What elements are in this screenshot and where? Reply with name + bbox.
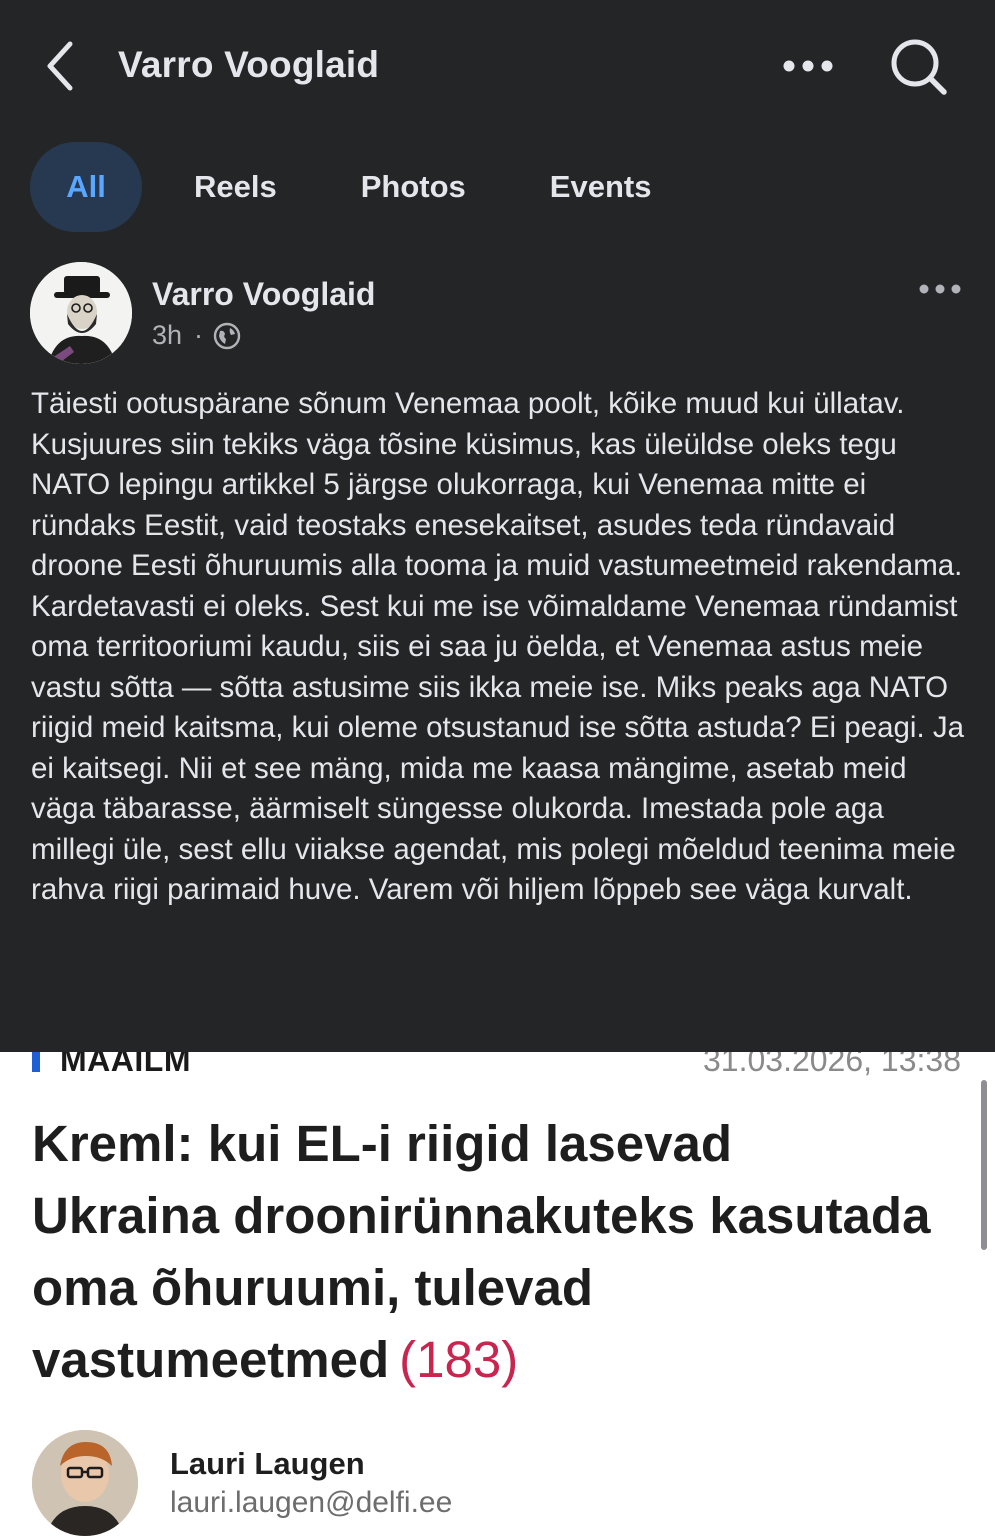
article-section: MAAILM <box>60 1052 191 1078</box>
search-button[interactable] <box>884 34 954 100</box>
post-time[interactable]: 3h <box>152 320 182 351</box>
reporter-portrait-image <box>32 1430 138 1536</box>
tab-events[interactable]: Events <box>550 142 652 232</box>
post-options-button[interactable] <box>910 274 970 304</box>
post-author-name[interactable]: Varro Vooglaid <box>152 276 375 313</box>
article-date: 31.03.2026, 13:38 <box>702 1052 961 1078</box>
reporter-avatar <box>32 1430 138 1536</box>
article-headline: Kreml: kui EL-i riigid lasevad Ukraina d… <box>32 1108 932 1396</box>
meta-separator: · <box>194 320 204 350</box>
section-accent-bar <box>32 1052 40 1072</box>
comment-count: (183) <box>399 1331 519 1388</box>
reporter-name: Lauri Laugen <box>170 1446 365 1481</box>
tab-all[interactable]: All <box>30 142 142 232</box>
more-dots-icon <box>783 60 833 72</box>
more-options-button[interactable] <box>778 48 838 84</box>
post-text: Täiesti ootuspärane sõnum Venemaa poolt,… <box>31 387 965 906</box>
globe-icon <box>213 322 241 349</box>
reporter-email: lauri.laugen@delfi.ee <box>170 1486 453 1519</box>
back-button[interactable] <box>40 38 80 94</box>
page-title: Varro Vooglaid <box>118 44 380 85</box>
more-dots-icon <box>919 284 961 294</box>
shared-article-image[interactable]: MAAILM 31.03.2026, 13:38 Kreml: kui EL-i… <box>0 1052 995 1536</box>
author-portrait-image <box>30 262 132 364</box>
post-header: Varro Vooglaid 3h · <box>30 262 970 366</box>
tab-photos[interactable]: Photos <box>361 142 466 232</box>
scrollbar <box>981 1080 987 1250</box>
search-icon <box>891 39 947 95</box>
post-meta: 3h · <box>152 320 241 351</box>
author-avatar[interactable] <box>30 262 132 364</box>
tab-reels[interactable]: Reels <box>194 142 277 232</box>
back-chevron-icon <box>47 41 73 91</box>
profile-tabs: All Reels Photos Events <box>30 140 651 234</box>
app-bar: Varro Vooglaid <box>0 0 995 130</box>
